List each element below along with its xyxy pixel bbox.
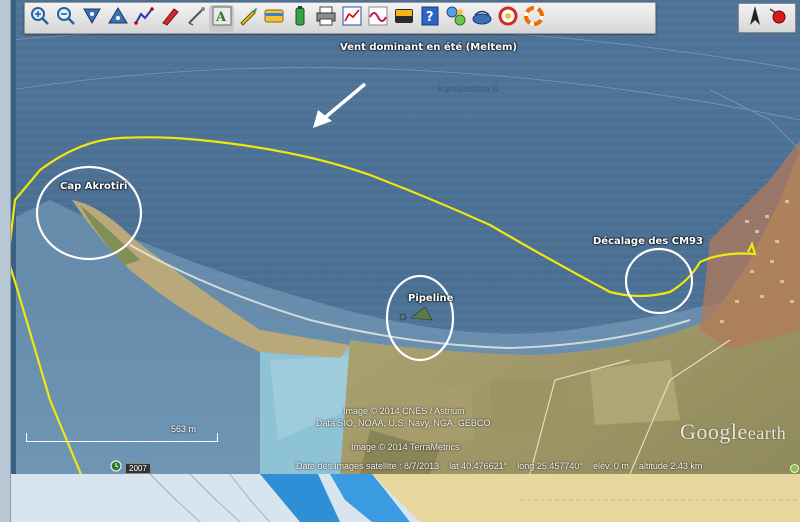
lat-value: 40.476621° (461, 460, 508, 471)
alt-label: altitude (638, 460, 668, 471)
layers-icon (263, 5, 285, 32)
credit-line-3: Image © 2014 TerraMetrics (351, 442, 460, 452)
credit-line-1: Image © 2014 CNES / Astrium (343, 406, 465, 416)
status-bar: Date des images satellite : 8/7/2013 lat… (296, 459, 702, 472)
route-up-icon (107, 5, 129, 32)
track-icon (133, 5, 155, 32)
clock-icon[interactable] (110, 459, 122, 477)
route-up-button[interactable] (105, 5, 130, 32)
svg-text:A: A (215, 10, 227, 25)
track-button[interactable] (131, 5, 156, 32)
alt-value: 2.43 km (670, 460, 703, 471)
sos-button[interactable] (495, 5, 520, 32)
credit-line-2: Data SIO, NOAA, U.S. Navy, NGA, GEBCO (316, 418, 491, 428)
zoom-in-button[interactable] (27, 5, 52, 32)
google-earth-logo: Googleearth (680, 419, 787, 444)
offset-label: Décalage des CM93 (593, 236, 703, 247)
text-annotation-icon: A (211, 5, 233, 32)
scale-label: 563 m (171, 424, 197, 434)
ais-icon (471, 5, 493, 32)
print-button[interactable] (313, 5, 338, 32)
lighting-icon (393, 5, 415, 32)
imagery-date: Date des images satellite : 8/7/2013 (296, 460, 440, 471)
zoom-out-button[interactable] (53, 5, 78, 32)
tide-icon (367, 5, 389, 32)
north-arrow-icon[interactable] (746, 5, 764, 32)
place-name: Kamanotissa B. (438, 84, 502, 94)
streaming-icon (790, 461, 799, 479)
lighting-button[interactable] (391, 5, 416, 32)
map-view[interactable]: Kamanotissa B. Vent dominant en été (Mel… (0, 0, 800, 522)
gps-battery-icon (289, 5, 311, 32)
help-icon: ? (419, 5, 441, 32)
elev-value: 0 m (613, 460, 629, 471)
svg-text:?: ? (426, 10, 434, 25)
long-value: 25.457740° (536, 460, 583, 471)
settings-button[interactable] (443, 5, 468, 32)
lat-label: lat (449, 460, 459, 471)
navigation-mode-box (738, 3, 796, 33)
graph-button[interactable] (339, 5, 364, 32)
ais-button[interactable] (469, 5, 494, 32)
route-down-button[interactable] (79, 5, 104, 32)
cape-label: Cap Akrotiri (60, 181, 128, 192)
mark-button[interactable] (235, 5, 260, 32)
chart-left-margin (0, 0, 11, 522)
measure-button[interactable] (183, 5, 208, 32)
settings-icon (445, 5, 467, 32)
gps-battery-button[interactable] (287, 5, 312, 32)
graph-icon (341, 5, 363, 32)
zoom-out-icon (55, 5, 77, 32)
mark-icon (237, 5, 259, 32)
help-button[interactable]: ? (417, 5, 442, 32)
route-down-icon (81, 5, 103, 32)
year-label[interactable]: 2007 (125, 462, 151, 474)
text-annotation-button[interactable]: A (209, 4, 234, 32)
tide-button[interactable] (365, 5, 390, 32)
lifebuoy-button[interactable] (521, 5, 546, 32)
print-icon (315, 5, 337, 32)
historical-imagery[interactable]: 2007 (110, 459, 151, 477)
record-icon[interactable] (768, 6, 788, 31)
main-toolbar: A ? (24, 2, 656, 34)
boat-button[interactable] (157, 5, 182, 32)
lifebuoy-icon (523, 5, 545, 32)
pipeline-label: Pipeline (408, 293, 454, 304)
layers-button[interactable] (261, 5, 286, 32)
wind-label: Vent dominant en été (Meltem) (340, 42, 517, 53)
sos-icon (497, 5, 519, 32)
zoom-in-icon (29, 5, 51, 32)
elev-label: élév. (592, 460, 612, 471)
long-label: long (517, 460, 535, 471)
measure-icon (185, 5, 207, 32)
boat-icon (159, 5, 181, 32)
